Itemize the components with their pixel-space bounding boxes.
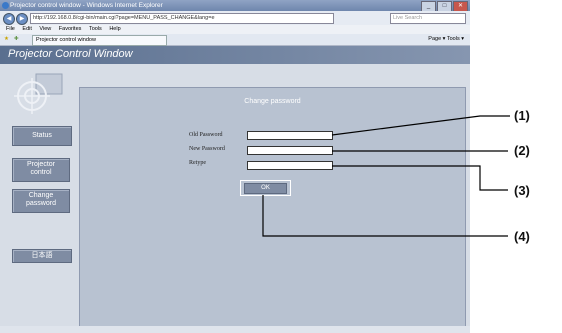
sidebar-item-projector-control[interactable]: Projector control — [12, 158, 70, 182]
menu-file[interactable]: File — [6, 26, 15, 32]
menu-bar: File Edit View Favorites Tools Help — [0, 25, 470, 34]
sidebar-item-label: Change password — [26, 192, 56, 207]
change-password-panel: Change password Old Password New Passwor… — [79, 87, 466, 333]
window-title: Projector control window - Windows Inter… — [10, 2, 163, 9]
sidebar-item-language[interactable]: 日本語 — [12, 249, 72, 263]
ie-icon — [2, 2, 9, 9]
retype-password-field[interactable] — [247, 161, 333, 170]
callout-label-3: (3) — [514, 183, 530, 198]
ok-button[interactable]: OK — [244, 183, 287, 194]
url-field[interactable]: http://192.168.0.8/cgi-bin/main.cgi?page… — [30, 13, 334, 24]
forward-icon[interactable]: ▶ — [16, 13, 28, 25]
sidebar-item-label: Projector control — [26, 161, 55, 176]
favorites-bar: ★ ✚ Projector control window Page ▾ Tool… — [0, 34, 470, 46]
add-favorite-icon[interactable]: ✚ — [14, 34, 19, 45]
new-password-field[interactable] — [247, 146, 333, 155]
favorites-star-icon[interactable]: ★ — [4, 34, 9, 45]
app-title: Projector Control Window — [8, 48, 133, 60]
tab-projector-control[interactable]: Projector control window — [32, 35, 167, 46]
search-input[interactable]: Live Search — [390, 13, 466, 24]
retype-label: Retype — [189, 160, 206, 166]
menu-view[interactable]: View — [39, 26, 51, 32]
new-password-label: New Password — [189, 146, 225, 152]
callout-label-2: (2) — [514, 143, 530, 158]
ok-button-frame: OK — [240, 180, 291, 196]
sidebar-item-label: Status — [32, 132, 52, 139]
old-password-label: Old Password — [189, 132, 223, 138]
menu-edit[interactable]: Edit — [22, 26, 31, 32]
menu-favorites[interactable]: Favorites — [59, 26, 82, 32]
sidebar-item-change-password[interactable]: Change password — [12, 189, 70, 213]
projector-logo-icon — [14, 73, 63, 114]
browser-window: Projector control window - Windows Inter… — [0, 0, 470, 333]
command-bar[interactable]: Page ▾ Tools ▾ — [428, 34, 464, 45]
menu-help[interactable]: Help — [109, 26, 120, 32]
callout-label-1: (1) — [514, 108, 530, 123]
page-title: Change password — [244, 98, 301, 105]
back-icon[interactable]: ◀ — [3, 13, 15, 25]
old-password-field[interactable] — [247, 131, 333, 140]
status-bar — [0, 326, 470, 333]
callout-label-4: (4) — [514, 229, 530, 244]
sidebar-item-label: 日本語 — [31, 252, 53, 259]
menu-tools[interactable]: Tools — [89, 26, 102, 32]
app-banner: Projector Control Window — [0, 46, 470, 64]
address-bar: ◀ ▶ http://192.168.0.8/cgi-bin/main.cgi?… — [0, 11, 470, 25]
sidebar-item-status[interactable]: Status — [12, 126, 72, 146]
title-bar: Projector control window - Windows Inter… — [0, 0, 470, 12]
